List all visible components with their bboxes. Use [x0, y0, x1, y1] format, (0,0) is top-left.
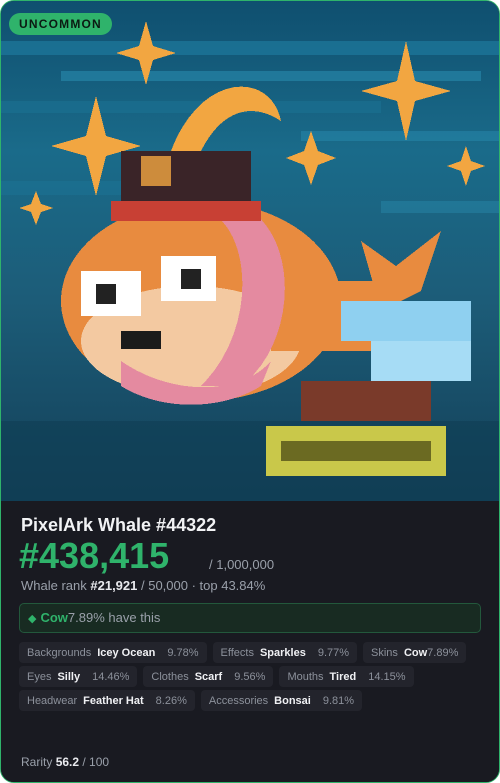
diamond-icon: ◆	[28, 613, 37, 625]
trait-percent: 14.46%	[92, 670, 130, 683]
trait-label: Skins	[371, 646, 398, 659]
trait-value: Tired	[329, 670, 357, 683]
traits-row-2: Eyes Silly 14.46% Clothes Scarf 9.56% Mouths…	[19, 666, 414, 687]
trait-label: Accessories	[208, 694, 269, 707]
trait-label: Backgrounds	[27, 646, 92, 659]
rank-prefix: Whale rank	[21, 578, 87, 593]
trait-label: Mouths	[287, 670, 324, 683]
trait-percent: 9.77%	[317, 646, 350, 659]
total-supply: / 1,000,000	[209, 557, 275, 572]
trait-percent: 7.89%	[427, 646, 459, 659]
trait-chip-effects[interactable]: Effects Sparkles 9.77%	[212, 642, 358, 663]
rarity-label: Rarity	[21, 755, 53, 769]
trait-chip-accessories[interactable]: Accessories Bonsai 9.81%	[200, 690, 363, 711]
trait-value: Silly	[57, 670, 81, 683]
trait-chip-eyes[interactable]: Eyes Silly 14.46%	[19, 666, 138, 687]
nft-info-panel: PixelArk Whale #44322 #438,415 / 1,000,0…	[1, 501, 499, 782]
trait-label: Clothes	[151, 670, 189, 683]
trait-label: Eyes	[27, 670, 52, 683]
trait-value: Bonsai	[274, 694, 311, 707]
rarity-max: / 100	[82, 755, 110, 769]
nft-title: PixelArk Whale #44322	[21, 515, 217, 535]
trait-label: Effects	[220, 646, 254, 659]
trait-percent: 9.81%	[322, 694, 355, 707]
nft-artwork: UNCOMMON	[1, 1, 499, 501]
rarity-badge: UNCOMMON	[9, 13, 112, 35]
rarest-trait-box: ◆ Cow7.89% have this	[19, 603, 481, 633]
trait-value: Cow	[403, 646, 428, 659]
traits-row-3: Headwear Feather Hat 8.26% Accessories Bons…	[19, 690, 363, 711]
trait-percent: 9.56%	[234, 670, 266, 683]
trait-chip-headwear[interactable]: Headwear Feather Hat 8.26%	[19, 690, 195, 711]
trait-chip-backgrounds[interactable]: Backgrounds Icey Ocean 9.78%	[19, 642, 207, 663]
whale-pixel-art	[1, 21, 499, 501]
trait-chip-skins[interactable]: Skins Cow 7.89%	[363, 642, 467, 663]
trait-label: Headwear	[27, 694, 78, 707]
trait-percent: 8.26%	[155, 694, 187, 707]
trait-percent: 9.78%	[167, 646, 199, 659]
nft-number: #438,415	[19, 535, 170, 576]
trait-value: Scarf	[194, 670, 223, 683]
trait-chip-clothes[interactable]: Clothes Scarf 9.56%	[143, 666, 274, 687]
rarest-trait-text: 7.89% have this	[67, 610, 161, 625]
trait-value: Feather Hat	[83, 694, 144, 707]
rank-value: #21,921	[90, 578, 138, 593]
trait-value: Sparkles	[259, 646, 306, 659]
nft-card[interactable]: UNCOMMON PixelArk Whale #44322 #438,415 …	[0, 0, 500, 783]
traits-row-1: Backgrounds Icey Ocean 9.78% Effects Sparkl…	[19, 642, 467, 663]
whale-rank: Whale rank #21,921 / 50,000 · top 43.84%	[21, 578, 265, 593]
trait-value: Icey Ocean	[97, 646, 156, 659]
rank-suffix: / 50,000 · top 43.84%	[141, 578, 266, 593]
rarity-value: 56.2	[55, 755, 80, 769]
trait-chip-mouths[interactable]: Mouths Tired 14.15%	[279, 666, 414, 687]
trait-percent: 14.15%	[368, 670, 406, 683]
rarest-trait-name: Cow	[40, 610, 68, 625]
rarity-score: Rarity 56.2 / 100	[21, 755, 109, 769]
